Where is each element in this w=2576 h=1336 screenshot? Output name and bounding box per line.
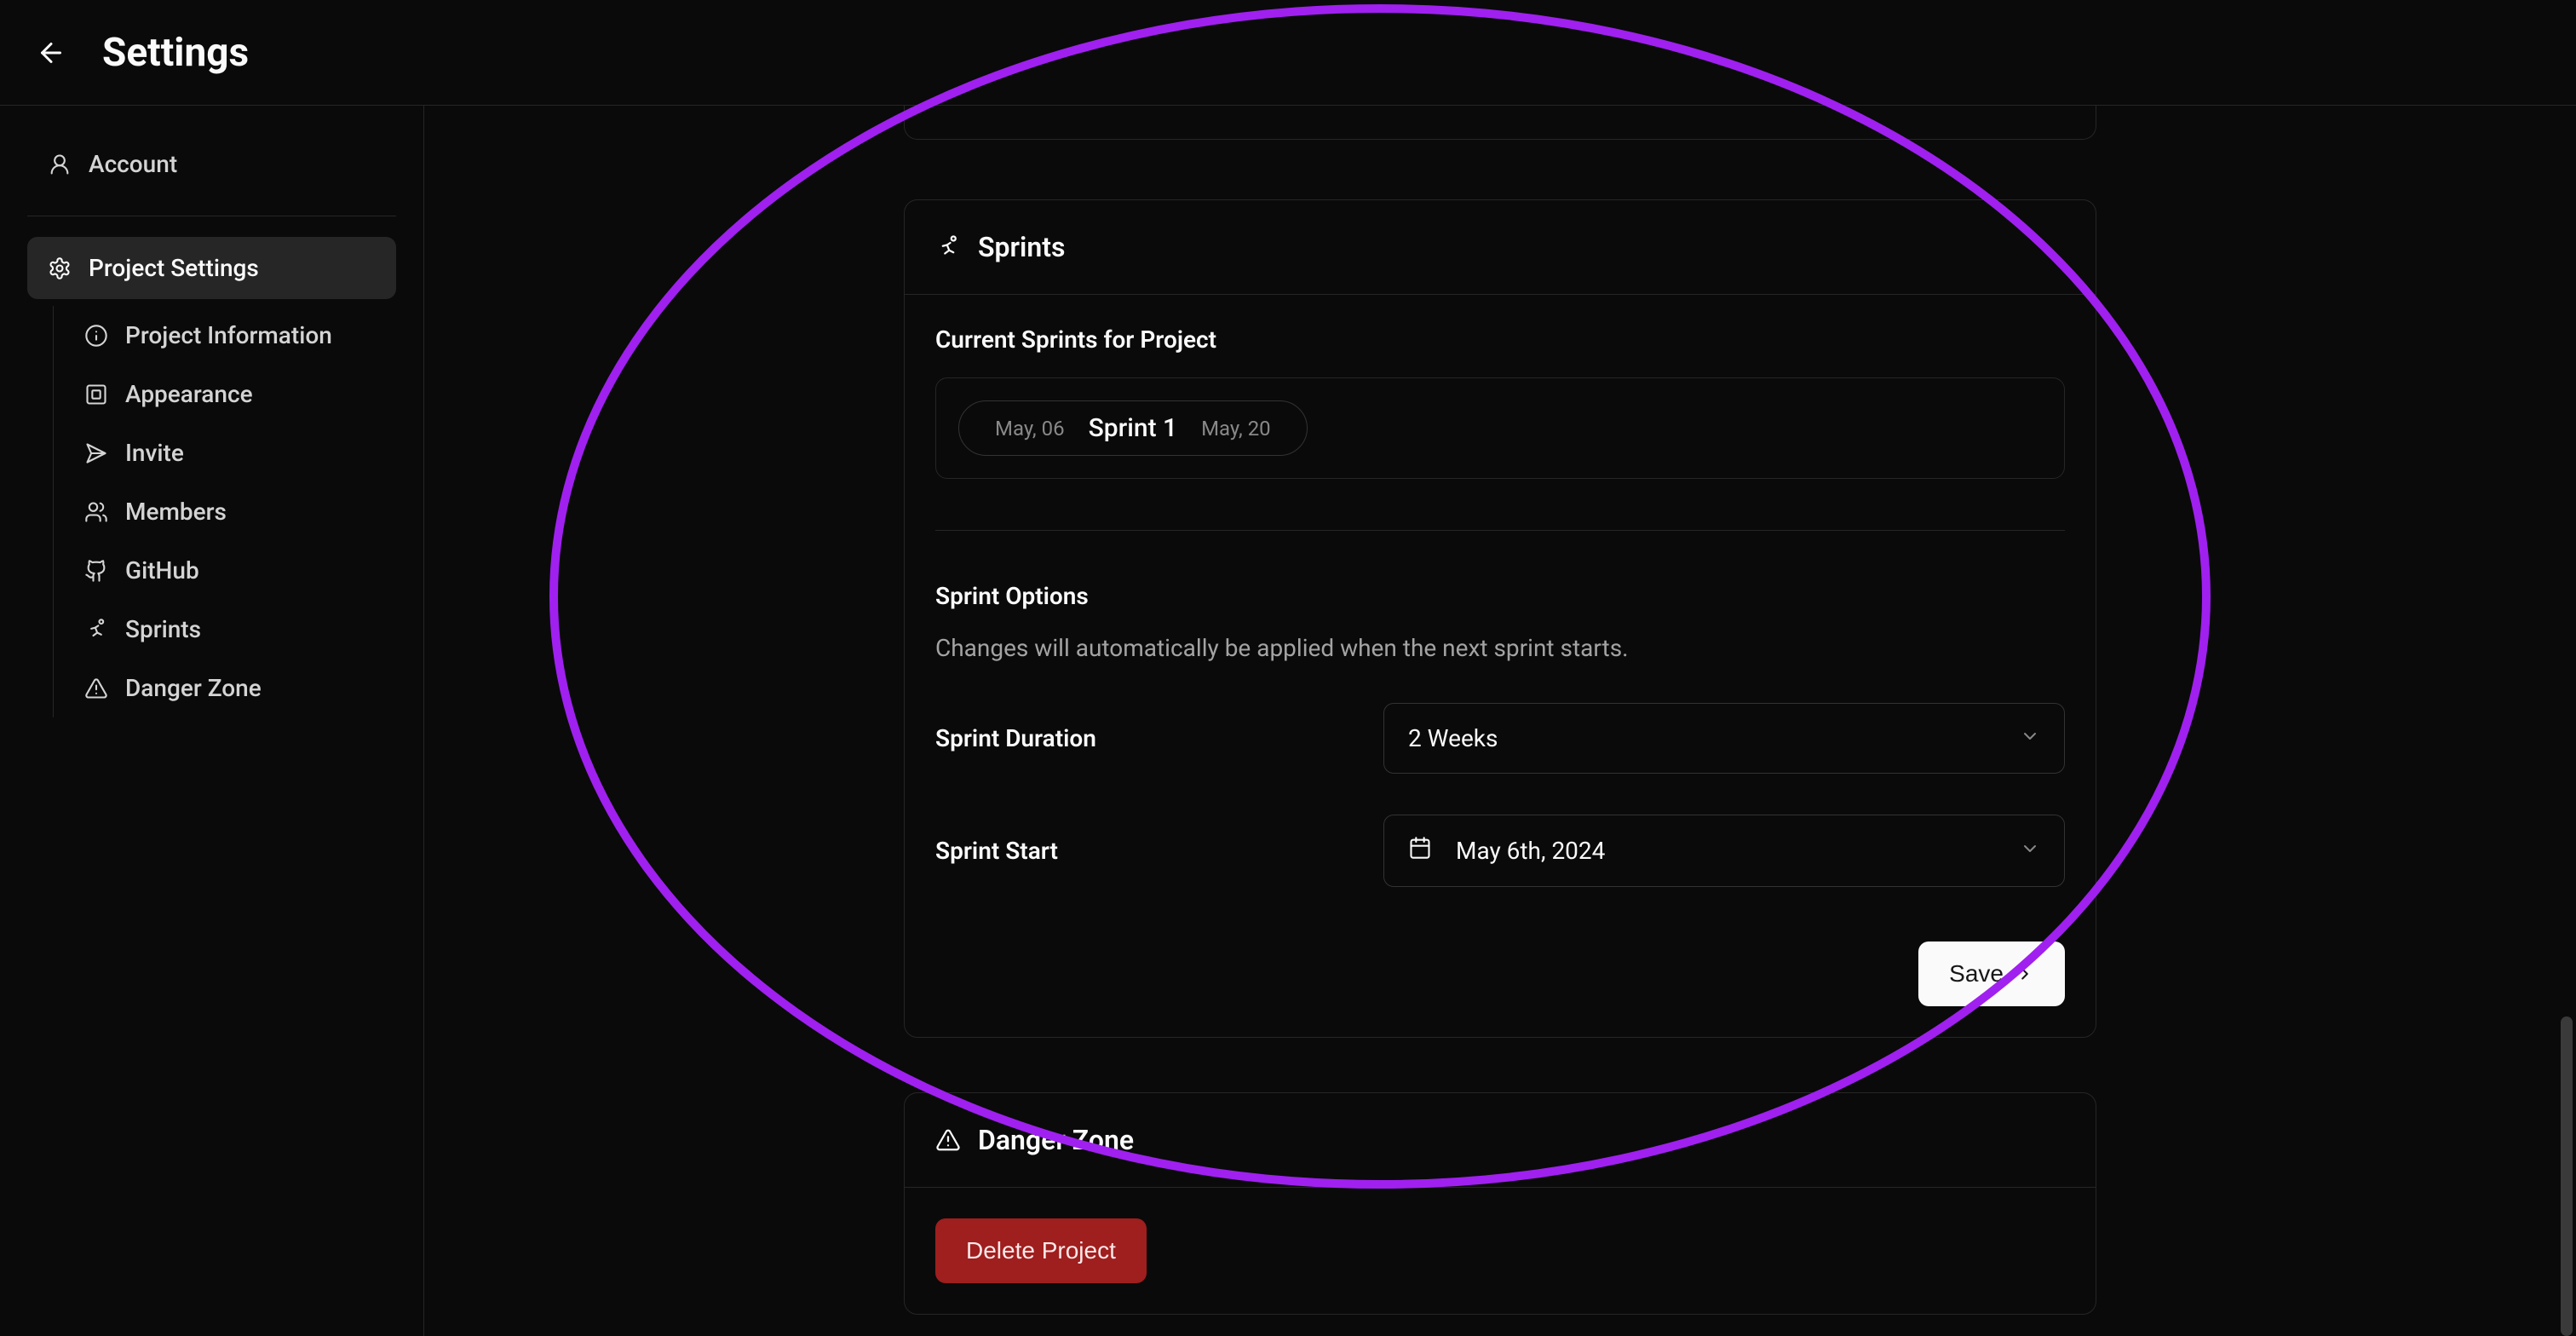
scrollbar-thumb[interactable] xyxy=(2561,1016,2573,1336)
sidebar-item-label: Appearance xyxy=(125,380,253,408)
user-icon xyxy=(48,153,72,176)
run-icon xyxy=(935,234,961,260)
page-title: Settings xyxy=(102,30,249,76)
sidebar-item-invite[interactable]: Invite xyxy=(64,423,396,482)
send-icon xyxy=(84,441,108,465)
sidebar-item-label: Project Information xyxy=(125,321,332,349)
sprint-start-datepicker[interactable]: May 6th, 2024 xyxy=(1383,815,2065,887)
sidebar-item-label: Sprints xyxy=(125,615,201,643)
divider xyxy=(935,530,2065,531)
sprint-duration-label: Sprint Duration xyxy=(935,724,1383,752)
sprint-duration-row: Sprint Duration 2 Weeks xyxy=(935,703,2065,774)
sidebar-subgroup: Project Information Appearance Invite Me… xyxy=(53,306,396,717)
save-button-label: Save xyxy=(1949,960,2004,988)
alert-triangle-icon xyxy=(84,677,108,700)
info-icon xyxy=(84,324,108,348)
card-header: Sprints xyxy=(905,200,2096,295)
arrow-left-icon xyxy=(36,37,66,68)
card-title: Danger Zone xyxy=(978,1124,1134,1156)
run-icon xyxy=(84,618,108,642)
scrollbar[interactable] xyxy=(2559,106,2573,1336)
previous-card-remnant xyxy=(904,106,2096,140)
chevron-down-icon xyxy=(2020,726,2040,752)
sidebar-item-project-information[interactable]: Project Information xyxy=(64,306,396,365)
sidebar-item-label: Invite xyxy=(125,439,184,467)
current-sprints-label: Current Sprints for Project xyxy=(935,325,2065,354)
sidebar-item-members[interactable]: Members xyxy=(64,482,396,541)
sidebar-item-label: Project Settings xyxy=(89,254,259,282)
delete-project-button[interactable]: Delete Project xyxy=(935,1218,1147,1283)
sprint-end-date: May, 20 xyxy=(1201,417,1271,441)
sidebar-item-appearance[interactable]: Appearance xyxy=(64,365,396,423)
chevron-down-icon xyxy=(2020,838,2040,864)
sidebar-item-github[interactable]: GitHub xyxy=(64,541,396,600)
sidebar-item-label: GitHub xyxy=(125,556,199,584)
sidebar-item-sprints[interactable]: Sprints xyxy=(64,600,396,659)
save-button[interactable]: Save xyxy=(1918,942,2065,1006)
alert-triangle-icon xyxy=(935,1127,961,1153)
card-actions: Save xyxy=(935,942,2065,1006)
header: Settings xyxy=(0,0,2576,106)
sprint-start-date: May, 06 xyxy=(995,417,1065,441)
appearance-icon xyxy=(84,383,108,406)
sprint-chip[interactable]: May, 06 Sprint 1 May, 20 xyxy=(958,400,1308,456)
sprint-start-row: Sprint Start May 6th, 2024 xyxy=(935,815,2065,887)
sidebar-item-account[interactable]: Account xyxy=(27,133,396,195)
sidebar-item-label: Members xyxy=(125,498,227,526)
sidebar-item-danger-zone[interactable]: Danger Zone xyxy=(64,659,396,717)
calendar-icon xyxy=(1408,836,1432,866)
sprint-options-label: Sprint Options xyxy=(935,582,2065,610)
chevron-right-icon xyxy=(2015,965,2034,983)
card-title: Sprints xyxy=(978,231,1065,263)
date-value: May 6th, 2024 xyxy=(1456,837,1605,865)
select-value: 2 Weeks xyxy=(1408,724,1498,752)
sprints-card: Sprints Current Sprints for Project May,… xyxy=(904,199,2096,1038)
sidebar-item-project-settings[interactable]: Project Settings xyxy=(27,237,396,299)
sprint-duration-select[interactable]: 2 Weeks xyxy=(1383,703,2065,774)
sidebar-item-label: Danger Zone xyxy=(125,674,262,702)
sprint-list: May, 06 Sprint 1 May, 20 xyxy=(935,377,2065,479)
sprint-options-description: Changes will automatically be applied wh… xyxy=(935,634,2065,662)
sprint-name: Sprint 1 xyxy=(1089,413,1177,443)
gear-icon xyxy=(48,256,72,280)
github-icon xyxy=(84,559,108,583)
card-header: Danger Zone xyxy=(905,1093,2096,1188)
sidebar: Account Project Settings Project Informa… xyxy=(0,106,424,1336)
main-content: Sprints Current Sprints for Project May,… xyxy=(424,106,2576,1336)
danger-zone-card: Danger Zone Delete Project xyxy=(904,1092,2096,1315)
users-icon xyxy=(84,500,108,524)
back-button[interactable] xyxy=(34,36,68,70)
sidebar-item-label: Account xyxy=(89,150,177,178)
sprint-start-label: Sprint Start xyxy=(935,837,1383,865)
